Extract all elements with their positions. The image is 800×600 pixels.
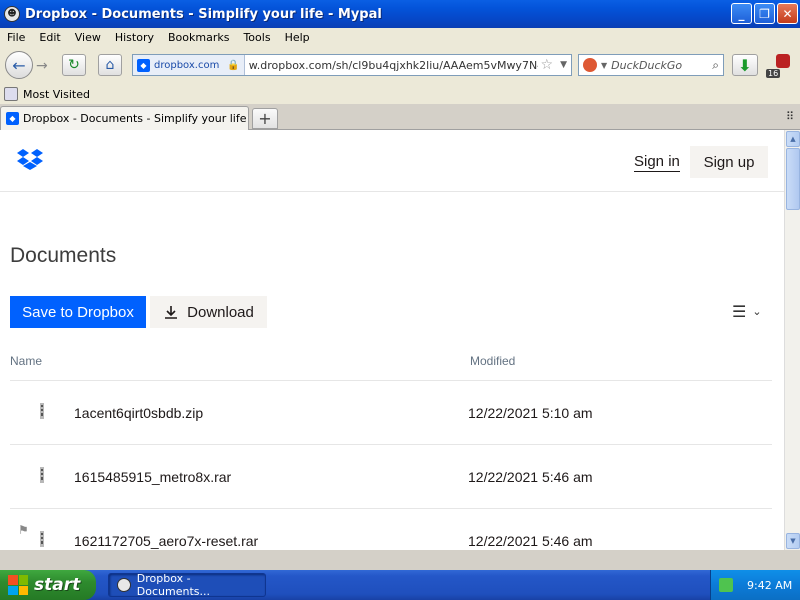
download-button[interactable]: Download: [150, 296, 267, 328]
system-tray: 9:42 AM: [710, 570, 800, 600]
home-icon: ⌂: [105, 57, 115, 73]
start-button[interactable]: start: [0, 570, 96, 600]
bookmarks-toolbar: Most Visited: [0, 84, 800, 104]
mypal-taskbar-icon: [117, 578, 131, 592]
title-bar: ☻ Dropbox - Documents - Simplify your li…: [0, 0, 800, 28]
sign-up-button[interactable]: Sign up: [690, 146, 768, 178]
site-identity[interactable]: ◆ dropbox.com 🔒: [133, 55, 245, 75]
dropbox-tab-favicon-icon: ◆: [6, 112, 19, 125]
search-input[interactable]: DuckDuckGo: [611, 59, 712, 72]
file-row[interactable]: ⚑ 1621172705_aero7x-reset.rar 12/22/2021…: [10, 509, 772, 550]
close-button[interactable]: ✕: [777, 3, 798, 24]
bookmark-star-icon[interactable]: ☆: [538, 57, 557, 73]
menu-history[interactable]: History: [108, 31, 161, 44]
scroll-down-icon[interactable]: ▼: [786, 533, 800, 549]
most-visited-folder-icon: [4, 87, 18, 101]
download-button-label: Download: [187, 303, 254, 321]
reload-button[interactable]: ↻: [62, 54, 86, 76]
file-name[interactable]: 1621172705_aero7x-reset.rar: [74, 533, 258, 549]
home-button[interactable]: ⌂: [98, 54, 122, 76]
minimize-button[interactable]: _: [731, 3, 752, 24]
file-row[interactable]: 1615485915_metro8x.rar 12/22/2021 5:46 a…: [10, 445, 772, 509]
windows-logo-icon: [8, 575, 28, 595]
taskbar-item-label: Dropbox - Documents...: [136, 572, 210, 598]
dropbox-favicon-icon: ◆: [137, 58, 150, 72]
lock-icon: 🔒: [227, 59, 240, 71]
back-arrow-icon: ←: [12, 55, 26, 75]
folder-title: Documents: [10, 244, 117, 267]
ublock-shield-icon: [776, 54, 790, 68]
taskbar-item-mypal[interactable]: Dropbox - Documents...: [108, 572, 266, 598]
list-all-tabs-icon[interactable]: ⠿: [786, 110, 794, 123]
column-header-name[interactable]: Name: [10, 354, 42, 368]
url-bar[interactable]: ◆ dropbox.com 🔒 w.dropbox.com/sh/cl9bu4q…: [132, 54, 572, 76]
menu-bar: File Edit View History Bookmarks Tools H…: [0, 28, 800, 46]
view-toggle-button[interactable]: ☰ ⌄: [732, 302, 762, 321]
menu-tools[interactable]: Tools: [236, 31, 277, 44]
mypal-app-icon: ☻: [4, 6, 20, 22]
site-identity-label: dropbox.com: [154, 59, 220, 71]
save-to-dropbox-button[interactable]: Save to Dropbox: [10, 296, 146, 328]
window-title: Dropbox - Documents - Simplify your life…: [25, 6, 382, 22]
page-viewport: Sign in Sign up Documents Save to Dropbo…: [0, 130, 784, 550]
extension-badge-count: 16: [766, 69, 781, 78]
bookmark-most-visited[interactable]: Most Visited: [23, 88, 90, 101]
duckduckgo-icon: [583, 58, 597, 72]
search-bar[interactable]: ▼ DuckDuckGo ⌕: [578, 54, 724, 76]
menu-bookmarks[interactable]: Bookmarks: [161, 31, 236, 44]
search-engine-dropdown-icon[interactable]: ▼: [601, 61, 607, 70]
tab-dropbox-documents[interactable]: ◆ Dropbox - Documents - Simplify your li…: [0, 106, 249, 130]
url-text[interactable]: w.dropbox.com/sh/cl9bu4qjxhk2liu/AAAem5v…: [245, 59, 538, 72]
page-scrollbar[interactable]: ▲ ▼: [784, 130, 800, 550]
maximize-button[interactable]: ❐: [754, 3, 775, 24]
archive-file-icon: [40, 403, 44, 419]
reload-icon: ↻: [68, 57, 80, 73]
back-button[interactable]: ←: [5, 51, 33, 79]
new-tab-button[interactable]: +: [252, 108, 278, 129]
archive-file-icon: [40, 467, 44, 483]
flag-icon: ⚑: [18, 523, 29, 537]
menu-file[interactable]: File: [0, 31, 32, 44]
scrollbar-thumb[interactable]: [786, 148, 800, 210]
extension-button[interactable]: 16: [764, 52, 792, 78]
scroll-up-icon[interactable]: ▲: [786, 131, 800, 147]
url-dropdown-icon[interactable]: ▼: [556, 60, 571, 70]
dropbox-header: Sign in Sign up: [0, 130, 784, 192]
file-row[interactable]: 1acent6qirt0sbdb.zip 12/22/2021 5:10 am: [10, 381, 772, 445]
start-label: start: [34, 575, 81, 595]
menu-help[interactable]: Help: [278, 31, 317, 44]
file-name[interactable]: 1615485915_metro8x.rar: [74, 469, 231, 485]
file-modified: 12/22/2021 5:46 am: [468, 469, 593, 485]
tab-label: Dropbox - Documents - Simplify your life: [23, 112, 247, 125]
archive-file-icon: [40, 531, 44, 547]
menu-view[interactable]: View: [68, 31, 108, 44]
file-name[interactable]: 1acent6qirt0sbdb.zip: [74, 405, 203, 421]
column-header-modified[interactable]: Modified: [470, 354, 515, 368]
forward-arrow-icon: →: [36, 58, 48, 74]
chevron-down-icon: ⌄: [752, 305, 762, 318]
download-arrow-icon: ⬇: [738, 55, 752, 75]
list-view-icon: ☰: [732, 302, 747, 321]
download-icon: [165, 306, 178, 319]
clock[interactable]: 9:42 AM: [747, 579, 792, 592]
taskbar: start Dropbox - Documents... 9:42 AM: [0, 570, 800, 600]
forward-button[interactable]: →: [36, 58, 48, 74]
navigation-bar: ← → ↻ ⌂ ◆ dropbox.com 🔒 w.dropbox.com/sh…: [0, 46, 800, 84]
tab-bar: ◆ Dropbox - Documents - Simplify your li…: [0, 104, 800, 130]
file-modified: 12/22/2021 5:10 am: [468, 405, 593, 421]
sign-in-link[interactable]: Sign in: [634, 153, 680, 172]
menu-edit[interactable]: Edit: [32, 31, 67, 44]
search-icon[interactable]: ⌕: [712, 58, 719, 73]
file-modified: 12/22/2021 5:46 am: [468, 533, 593, 549]
dropbox-logo-icon[interactable]: [16, 148, 44, 172]
downloads-button[interactable]: ⬇: [732, 54, 758, 76]
network-tray-icon[interactable]: [719, 578, 733, 592]
